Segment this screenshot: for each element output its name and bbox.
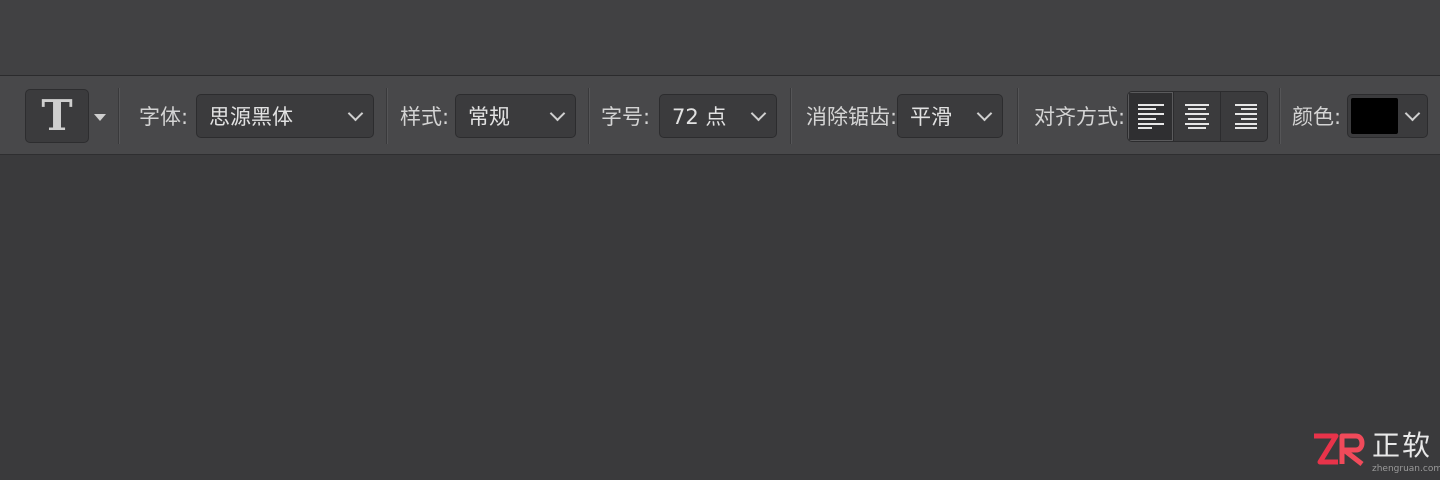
watermark: 正软 zhengruan.com	[1312, 428, 1440, 476]
font-style-label: 样式:	[400, 105, 450, 129]
font-style-value: 常规	[468, 105, 510, 129]
top-area	[0, 0, 1440, 75]
separator	[790, 88, 792, 144]
align-left-icon	[1137, 103, 1164, 130]
anti-alias-value: 平滑	[910, 105, 952, 129]
font-size-dropdown[interactable]: 72 点	[659, 94, 777, 138]
align-center-button[interactable]	[1174, 92, 1221, 141]
font-style-dropdown[interactable]: 常规	[455, 94, 576, 138]
color-swatch	[1351, 98, 1398, 134]
anti-alias-dropdown[interactable]: 平滑	[897, 94, 1003, 138]
separator	[588, 88, 590, 144]
type-tool-options-bar: T 字体: 思源黑体 样式: 常规 字号: 72 点 消除锯齿: 平滑 对齐方式…	[0, 75, 1440, 155]
separator	[118, 88, 120, 144]
type-tool-icon: T	[41, 91, 73, 140]
align-right-icon	[1231, 103, 1257, 130]
color-picker-button[interactable]	[1347, 94, 1428, 138]
chevron-down-icon	[1404, 105, 1421, 122]
chevron-down-icon	[347, 105, 364, 122]
zr-logo-icon	[1314, 433, 1365, 466]
align-center-icon	[1184, 103, 1210, 130]
align-left-button[interactable]	[1128, 92, 1175, 141]
separator	[1279, 88, 1281, 144]
font-size-label: 字号:	[601, 105, 651, 129]
font-size-value: 72 点	[672, 105, 727, 129]
tool-preset-picker[interactable]: T	[25, 89, 89, 143]
watermark-name: 正软	[1372, 429, 1433, 462]
caret-down-icon[interactable]	[94, 114, 106, 121]
chevron-down-icon	[976, 105, 993, 122]
separator	[1017, 88, 1019, 144]
watermark-url: zhengruan.com	[1372, 464, 1440, 474]
color-label: 颜色:	[1292, 105, 1342, 129]
font-family-label: 字体:	[139, 105, 189, 129]
font-family-dropdown[interactable]: 思源黑体	[196, 94, 374, 138]
chevron-down-icon	[549, 105, 566, 122]
anti-alias-label: 消除锯齿:	[806, 105, 898, 129]
canvas-area	[0, 155, 1440, 480]
font-family-value: 思源黑体	[209, 105, 293, 129]
separator	[386, 88, 388, 144]
chevron-down-icon	[750, 105, 767, 122]
text-alignment-group	[1127, 91, 1268, 142]
align-right-button[interactable]	[1221, 92, 1267, 141]
alignment-label: 对齐方式:	[1034, 105, 1126, 129]
